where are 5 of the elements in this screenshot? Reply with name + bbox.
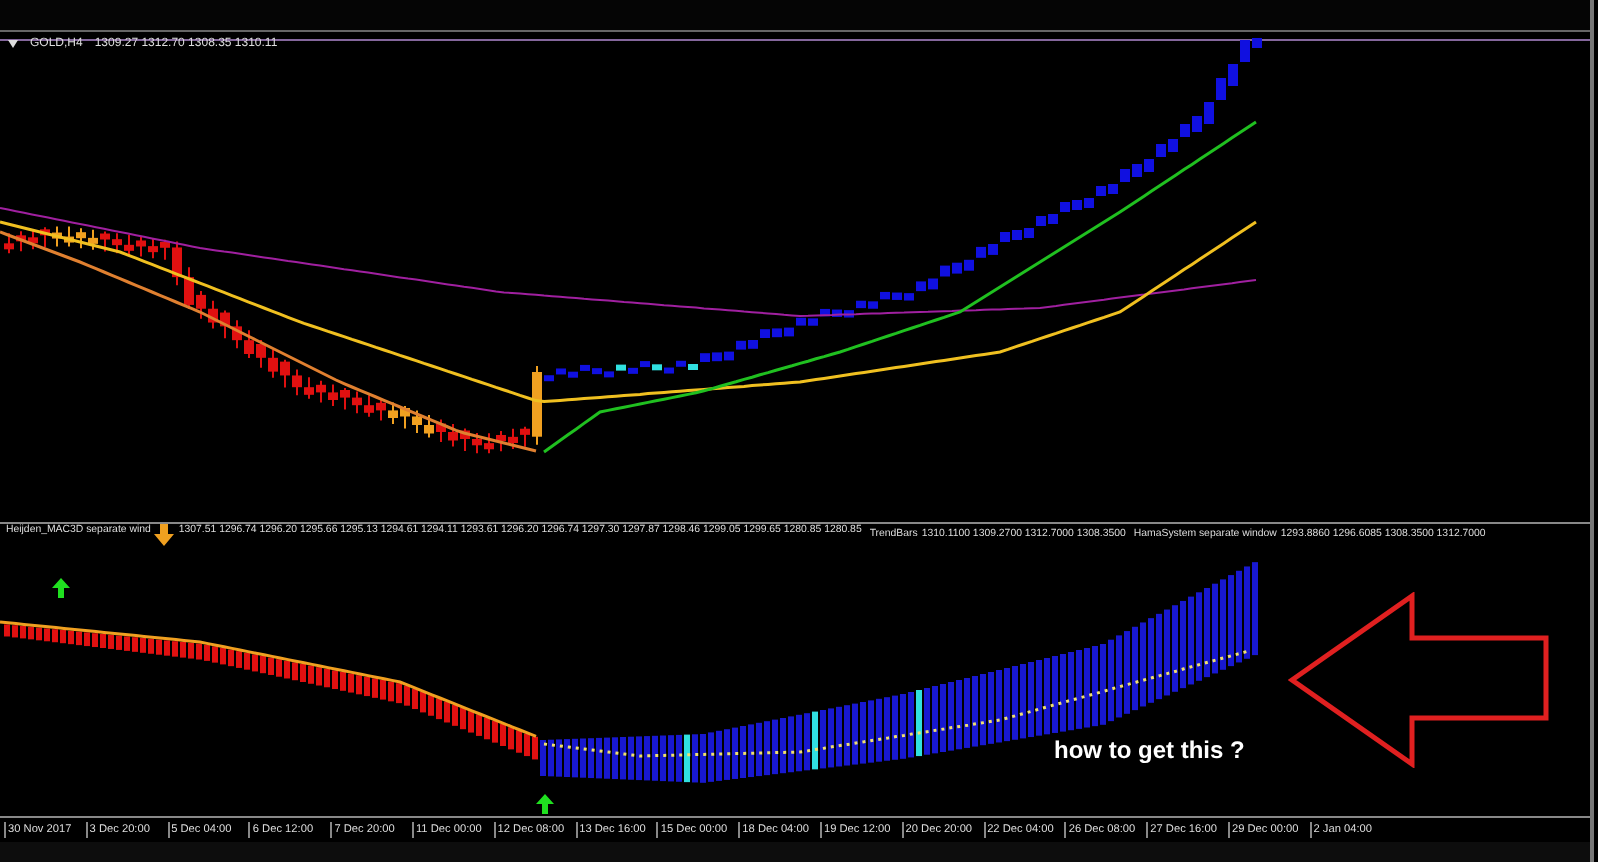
up-arrow-icon [536,794,554,814]
dropdown-triangle-icon[interactable] [8,40,18,48]
down-arrow-icon [154,523,175,545]
annotation-text: how to get this ? [1054,736,1245,764]
up-arrow-icon [52,578,70,598]
